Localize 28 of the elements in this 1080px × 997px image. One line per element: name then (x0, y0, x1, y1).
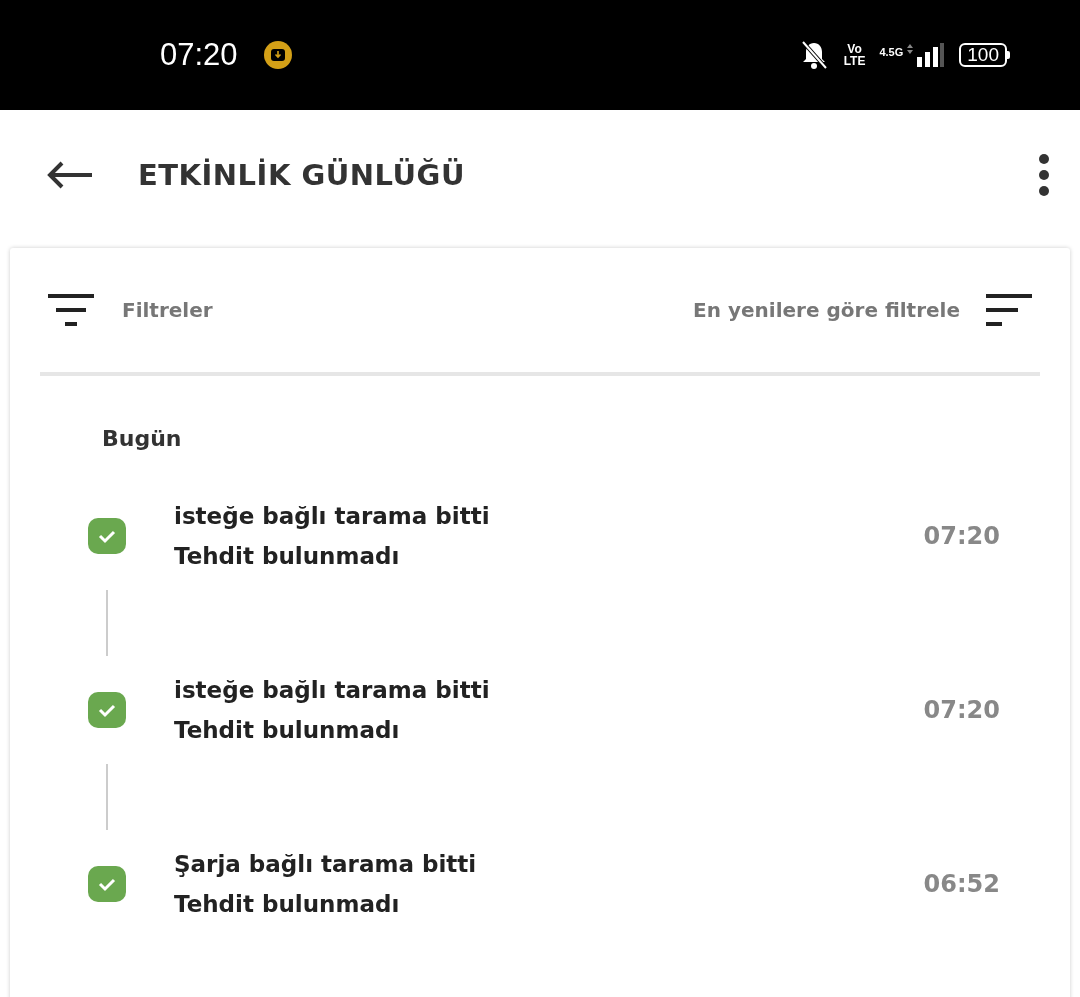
event-title: Şarja bağlı tarama bitti (174, 851, 478, 877)
sort-label[interactable]: En yenilere göre filtrele (693, 298, 960, 322)
check-icon (88, 866, 126, 902)
check-icon (88, 518, 126, 554)
event-subtitle: Tehdit bulunmadı (174, 543, 401, 569)
filters-label[interactable]: Filtreler (122, 298, 694, 322)
section-heading: Bugün (102, 426, 182, 451)
signal-icon (905, 41, 946, 69)
back-button[interactable] (46, 160, 94, 190)
muted-bell-icon (799, 40, 828, 70)
event-title: isteğe bağlı tarama bitti (174, 503, 491, 529)
lte-label: LTE (843, 55, 866, 67)
sort-icon[interactable] (986, 294, 1032, 326)
status-time: 07:20 (160, 37, 238, 73)
screen-title: ETKİNLİK GÜNLÜĞÜ (138, 158, 466, 192)
event-time: 06:52 (923, 870, 1000, 898)
event-time: 07:20 (923, 696, 1000, 724)
event-time: 07:20 (923, 522, 1000, 550)
network-type-label: 4.5G (879, 46, 904, 58)
volte-label: Vo (847, 43, 862, 55)
event-subtitle: Tehdit bulunmadı (174, 891, 401, 917)
download-notification-icon (263, 41, 292, 69)
more-options-button[interactable] (1038, 153, 1050, 197)
event-title: isteğe bağlı tarama bitti (174, 677, 491, 703)
battery-icon: 100 (959, 43, 1010, 67)
event-subtitle: Tehdit bulunmadı (174, 717, 401, 743)
check-icon (88, 692, 126, 728)
filter-icon[interactable] (48, 294, 94, 326)
